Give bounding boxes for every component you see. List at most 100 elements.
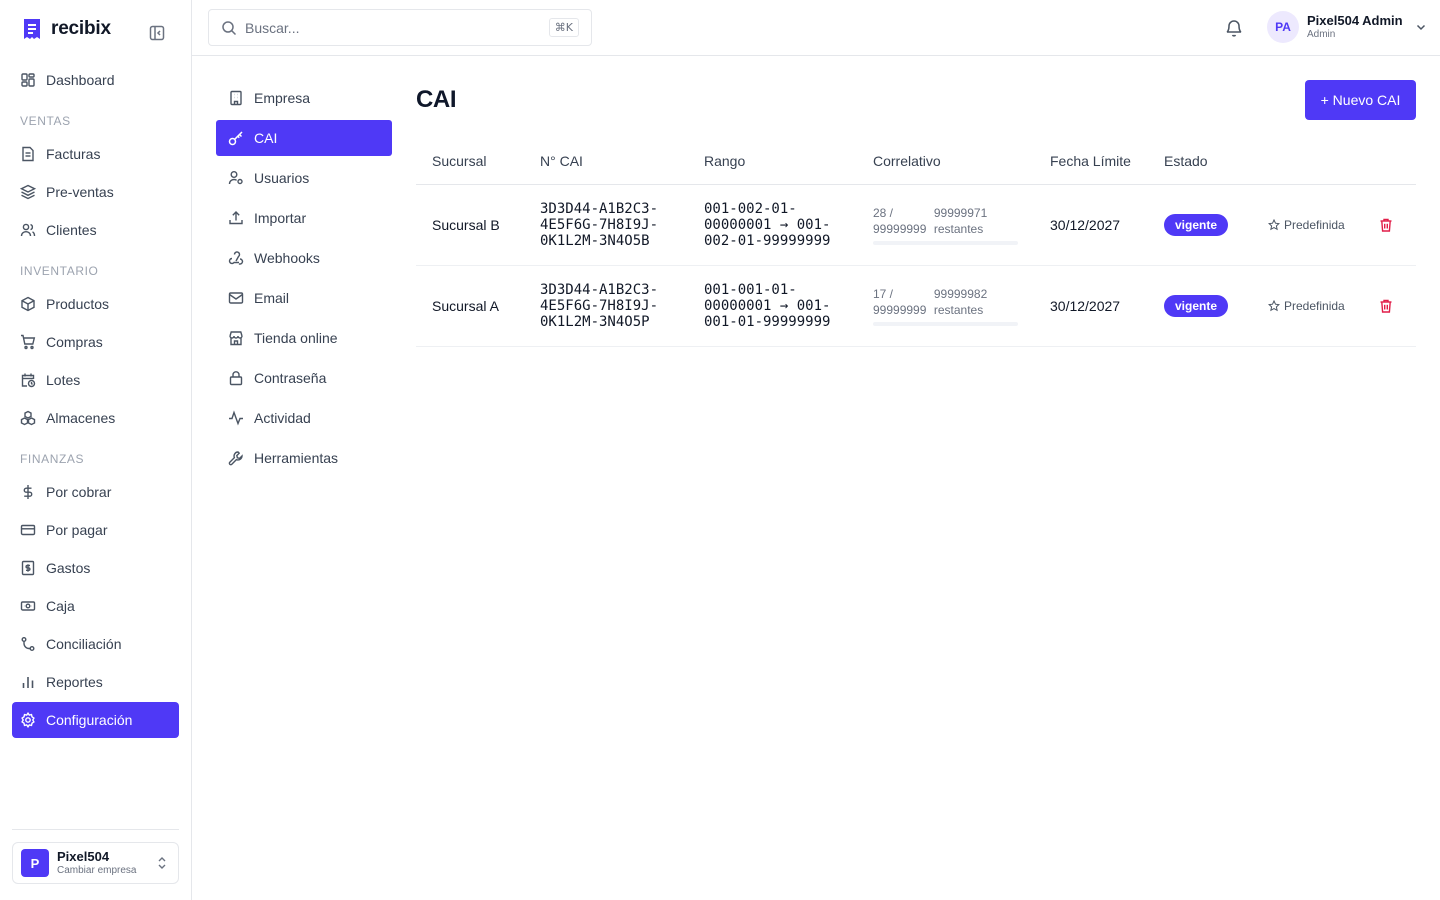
section-ventas: VENTAS bbox=[20, 114, 71, 128]
settings-item-contrasena[interactable]: Contraseña bbox=[216, 360, 392, 396]
settings-item-label: Email bbox=[254, 290, 290, 306]
cell-estado: vigente bbox=[1148, 265, 1252, 347]
sidebar-item-label: Clientes bbox=[46, 222, 97, 238]
sidebar-item-compras[interactable]: Compras bbox=[12, 324, 179, 360]
cell-rango: 001-001-01-00000001 → 001-001-01-9999999… bbox=[688, 265, 857, 347]
key-icon bbox=[228, 131, 243, 146]
bell-icon[interactable] bbox=[1224, 18, 1244, 38]
cell-correlativo: 17 / 99999999 99999982 restantes bbox=[857, 265, 1034, 347]
sidebar-item-por-pagar[interactable]: Por pagar bbox=[12, 512, 179, 548]
sidebar-item-por-cobrar[interactable]: Por cobrar bbox=[12, 474, 179, 510]
sidebar-item-preventas[interactable]: Pre-ventas bbox=[12, 174, 179, 210]
correlativo-progress-bar bbox=[873, 240, 1018, 245]
sidebar-item-label: Conciliación bbox=[46, 636, 122, 652]
settings-item-email[interactable]: Email bbox=[216, 280, 392, 316]
settings-item-usuarios[interactable]: Usuarios bbox=[216, 160, 392, 196]
settings-item-herramientas[interactable]: Herramientas bbox=[216, 440, 392, 476]
dollar-icon bbox=[23, 485, 33, 499]
invoice-icon bbox=[22, 146, 34, 162]
cell-delete bbox=[1362, 265, 1416, 347]
webhook-icon bbox=[228, 251, 244, 265]
settings-item-label: Webhooks bbox=[254, 250, 320, 266]
cell-rango: 001-002-01-00000001 → 001-002-01-9999999… bbox=[688, 184, 857, 266]
topbar: ⌘K PA Pixel504 Admin Admin bbox=[192, 0, 1440, 56]
cart-icon bbox=[21, 334, 36, 350]
company-name: Pixel504 bbox=[57, 848, 110, 864]
settings-item-cai[interactable]: CAI bbox=[216, 120, 392, 156]
cell-delete bbox=[1362, 184, 1416, 266]
sidebar-item-label: Por cobrar bbox=[46, 484, 112, 500]
trash-icon[interactable] bbox=[1378, 298, 1394, 314]
receipt-logo-icon bbox=[24, 19, 40, 39]
gear-icon bbox=[21, 712, 35, 728]
column-header-rango[interactable]: Rango bbox=[688, 138, 857, 185]
settings-item-empresa[interactable]: Empresa bbox=[216, 80, 392, 116]
correlativo-progress-bar bbox=[873, 321, 1018, 326]
cai-table: Sucursal N° CAI Rango Correlativo Fecha … bbox=[416, 138, 1416, 347]
sidebar-item-label: Por pagar bbox=[46, 522, 108, 538]
user-menu[interactable]: PA Pixel504 Admin Admin bbox=[1267, 11, 1427, 43]
set-default-button[interactable]: Predefinida bbox=[1268, 218, 1346, 232]
sidebar-item-dashboard[interactable]: Dashboard bbox=[12, 62, 179, 98]
sidebar-item-label: Gastos bbox=[46, 560, 91, 576]
chevron-down-icon bbox=[1416, 24, 1425, 31]
sidebar-item-label: Pre-ventas bbox=[46, 184, 114, 200]
sidebar-item-facturas[interactable]: Facturas bbox=[12, 136, 179, 172]
user-cog-icon bbox=[228, 171, 243, 185]
sidebar-item-gastos[interactable]: Gastos bbox=[12, 550, 179, 586]
sidebar-item-lotes[interactable]: Lotes bbox=[12, 362, 179, 398]
mail-icon bbox=[228, 292, 244, 304]
set-default-button[interactable]: Predefinida bbox=[1268, 299, 1346, 313]
settings-item-webhooks[interactable]: Webhooks bbox=[216, 240, 392, 276]
correlativo-remaining: 99999982 restantes bbox=[933, 286, 988, 317]
avatar: PA bbox=[1267, 11, 1299, 43]
sidebar-item-configuracion[interactable]: Configuración bbox=[12, 702, 179, 738]
settings-item-actividad[interactable]: Actividad bbox=[216, 400, 392, 436]
table-row[interactable]: Sucursal A 3D3D44-A1B2C3-4E5F6G-7H8I9J-0… bbox=[416, 265, 1416, 347]
user-name: Pixel504 Admin bbox=[1307, 12, 1403, 28]
column-header-correlativo[interactable]: Correlativo bbox=[857, 138, 1034, 185]
column-header-fecha-limite[interactable]: Fecha Límite bbox=[1034, 138, 1148, 185]
search-bar[interactable]: ⌘K bbox=[208, 9, 592, 46]
sidebar-collapse-icon[interactable] bbox=[148, 24, 166, 42]
column-header-sucursal[interactable]: Sucursal bbox=[416, 138, 524, 185]
cell-sucursal: Sucursal A bbox=[416, 265, 524, 347]
git-compare-icon bbox=[21, 637, 35, 651]
new-cai-button[interactable]: + Nuevo CAI bbox=[1305, 80, 1416, 120]
sidebar-item-label: Dashboard bbox=[46, 72, 115, 88]
upload-icon bbox=[229, 211, 243, 225]
sidebar-item-reportes[interactable]: Reportes bbox=[12, 664, 179, 700]
cell-fecha-limite: 30/12/2027 bbox=[1034, 184, 1148, 266]
sidebar-item-label: Facturas bbox=[46, 146, 101, 162]
company-avatar: P bbox=[21, 849, 49, 877]
sidebar-item-almacenes[interactable]: Almacenes bbox=[12, 400, 179, 436]
user-role: Admin bbox=[1307, 28, 1336, 40]
credit-card-icon bbox=[20, 524, 36, 536]
star-icon bbox=[1268, 299, 1280, 311]
search-shortcut: ⌘K bbox=[548, 18, 579, 37]
building-icon bbox=[230, 90, 242, 106]
sidebar-item-clientes[interactable]: Clientes bbox=[12, 212, 179, 248]
search-input[interactable] bbox=[245, 19, 541, 36]
settings-item-tienda-online[interactable]: Tienda online bbox=[216, 320, 392, 356]
settings-item-importar[interactable]: Importar bbox=[216, 200, 392, 236]
search-icon bbox=[222, 20, 237, 35]
status-badge: vigente bbox=[1164, 213, 1229, 236]
settings-item-label: Empresa bbox=[254, 90, 311, 106]
sidebar-item-productos[interactable]: Productos bbox=[12, 286, 179, 322]
trash-icon[interactable] bbox=[1378, 217, 1394, 233]
package-icon bbox=[21, 296, 35, 312]
cell-fecha-limite: 30/12/2027 bbox=[1034, 265, 1148, 347]
cell-correlativo: 28 / 99999999 99999971 restantes bbox=[857, 184, 1034, 266]
column-header-estado[interactable]: Estado bbox=[1148, 138, 1252, 185]
company-switcher-button[interactable]: P Pixel504 Cambiar empresa bbox=[12, 842, 179, 884]
sidebar-item-conciliacion[interactable]: Conciliación bbox=[12, 626, 179, 662]
sidebar-item-caja[interactable]: Caja bbox=[12, 588, 179, 624]
column-header-delete bbox=[1362, 138, 1416, 185]
set-default-label: Predefinida bbox=[1284, 298, 1345, 313]
column-header-cai[interactable]: N° CAI bbox=[524, 138, 688, 185]
brand[interactable]: recibix bbox=[22, 18, 111, 40]
table-row[interactable]: Sucursal B 3D3D44-A1B2C3-4E5F6G-7H8I9J-0… bbox=[416, 184, 1416, 266]
brand-name: recibix bbox=[51, 18, 111, 39]
cell-predefinida: Predefinida bbox=[1252, 184, 1362, 266]
